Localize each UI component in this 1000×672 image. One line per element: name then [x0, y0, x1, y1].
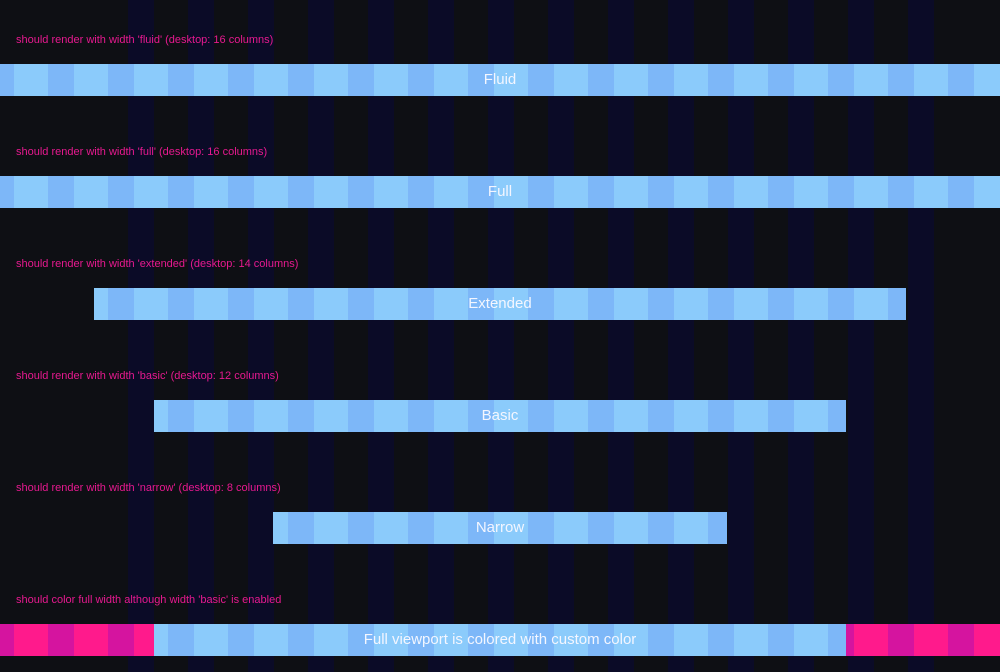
section-extended: should render with width 'extended' (des… [0, 224, 1000, 336]
full-bar-text: Full [487, 183, 513, 200]
extended-bar: Extended [94, 288, 906, 320]
grid-test-page: should render with width 'fluid' (deskto… [0, 0, 1000, 672]
section-fluid-label: should render with width 'fluid' (deskto… [16, 34, 274, 46]
basic-bar-text: Basic [481, 407, 519, 424]
narrow-bar-text: Narrow [475, 519, 525, 536]
section-narrow: should render with width 'narrow' (deskt… [0, 448, 1000, 560]
section-full-label: should render with width 'full' (desktop… [16, 146, 268, 158]
section-colored-full: should color full width although width '… [0, 560, 1000, 672]
fluid-bar: Fluid [0, 64, 1000, 96]
colored-basic-bar-text: Full viewport is colored with custom col… [363, 631, 637, 648]
extended-bar-text: Extended [468, 295, 532, 312]
section-basic: should render with width 'basic' (deskto… [0, 336, 1000, 448]
narrow-bar: Narrow [273, 512, 727, 544]
section-basic-label: should render with width 'basic' (deskto… [16, 370, 279, 382]
section-narrow-label: should render with width 'narrow' (deskt… [16, 482, 281, 494]
full-bar: Full [0, 176, 1000, 208]
basic-bar: Basic [154, 400, 846, 432]
section-fluid: should render with width 'fluid' (deskto… [0, 0, 1000, 112]
section-extended-label: should render with width 'extended' (des… [16, 258, 299, 270]
section-colored-full-label: should color full width although width '… [16, 594, 282, 606]
section-full: should render with width 'full' (desktop… [0, 112, 1000, 224]
fluid-bar-text: Fluid [483, 71, 517, 88]
